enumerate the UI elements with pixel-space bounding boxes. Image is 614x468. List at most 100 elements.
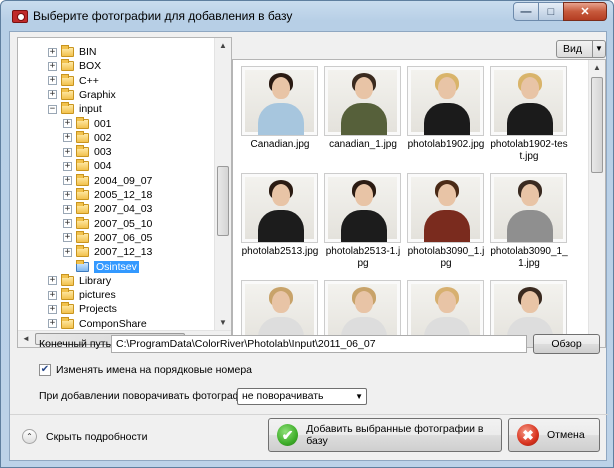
expand-icon[interactable]: +	[48, 76, 57, 86]
tree-item[interactable]: +2007_04_03	[63, 202, 152, 216]
folder-icon	[76, 202, 89, 215]
photo-thumbnail[interactable]	[324, 173, 401, 243]
folder-icon	[76, 159, 89, 172]
photo-thumbnail[interactable]	[407, 173, 484, 243]
tree-item[interactable]: + pictures	[48, 288, 116, 302]
tree-item[interactable]: +2007_05_10	[63, 216, 152, 231]
tree-item[interactable]: + BOX	[48, 59, 101, 73]
photo-thumbnail[interactable]	[490, 173, 567, 243]
scroll-up-icon[interactable]: ▲	[589, 60, 605, 76]
expand-icon[interactable]: +	[48, 304, 57, 314]
tree-vertical-scrollbar[interactable]: ▲ ▼	[214, 38, 231, 331]
tree-scroll-thumb[interactable]	[217, 166, 229, 236]
photo-thumbnail[interactable]	[407, 66, 484, 136]
maximize-button[interactable]: □	[538, 2, 564, 21]
tree-item-label: BOX	[79, 60, 102, 73]
photo-tile[interactable]: photolab1902-test.jpg	[490, 66, 568, 163]
cancel-button[interactable]: ✖ Отмена	[508, 418, 600, 452]
expand-icon[interactable]: +	[48, 319, 57, 329]
collapse-details-icon[interactable]: ⌃	[22, 429, 37, 444]
tree-item[interactable]: + BIN	[48, 45, 97, 59]
expand-icon[interactable]: +	[63, 247, 72, 257]
expand-icon[interactable]: +	[63, 219, 72, 229]
scroll-down-icon[interactable]: ▼	[215, 315, 231, 331]
gallery-scroll-thumb[interactable]	[591, 77, 603, 173]
photo-thumbnail[interactable]	[490, 66, 567, 136]
rotate-select[interactable]: не поворачивать ▼	[237, 388, 367, 405]
title-bar[interactable]: Выберите фотографии для добавления в баз…	[1, 1, 613, 31]
tree-item-label: input	[79, 103, 102, 116]
folder-icon	[61, 288, 74, 301]
folder-tree[interactable]: + BIN + BOX + C++ + Graphix − input +001 +002 +003 +0…	[17, 37, 232, 348]
photo-tile[interactable]: photolab3090_1.jpg	[407, 173, 485, 270]
tree-item-label: 2005_12_18	[94, 189, 153, 201]
tree-item[interactable]: + Graphix	[48, 87, 116, 102]
dialog-window: Выберите фотографии для добавления в баз…	[0, 0, 614, 468]
view-menu-button[interactable]: Вид ▼	[556, 40, 606, 58]
scroll-up-icon[interactable]: ▲	[215, 38, 231, 54]
photo-tile[interactable]: photolab1902.jpg	[407, 66, 485, 151]
expand-icon[interactable]: +	[63, 233, 72, 243]
portrait-part	[424, 103, 470, 135]
tree-item-label: 2007_12_13	[94, 246, 153, 259]
scroll-left-icon[interactable]: ◄	[18, 331, 34, 347]
tree-item[interactable]: +2004_09_07	[63, 173, 153, 188]
expand-icon[interactable]: +	[48, 90, 57, 100]
photo-thumbnail[interactable]	[324, 66, 401, 136]
photo-gallery[interactable]: Canadian.jpg canadian_1.jpg photolab1902.j…	[232, 59, 606, 348]
rotate-select-value: не поворачивать	[242, 390, 324, 402]
tree-item[interactable]: + ComponShare	[48, 316, 147, 331]
expand-icon[interactable]: +	[63, 161, 72, 171]
collapse-icon[interactable]: −	[48, 104, 57, 114]
expand-icon[interactable]: +	[48, 61, 57, 71]
tree-item[interactable]: +003	[63, 145, 112, 159]
photo-thumbnail[interactable]	[241, 66, 318, 136]
checkmark-icon: ✔	[277, 424, 299, 446]
gallery-vertical-scrollbar[interactable]: ▲ ▼	[588, 60, 605, 347]
tree-item[interactable]: +2007_12_13	[63, 245, 152, 259]
photo-thumbnail[interactable]	[241, 173, 318, 243]
portrait-part	[521, 184, 539, 206]
expand-icon[interactable]: +	[63, 190, 72, 200]
expand-icon[interactable]: +	[63, 204, 72, 214]
tree-item[interactable]: Osintsev	[63, 259, 139, 274]
tree-item[interactable]: − input	[48, 102, 102, 116]
folder-icon	[76, 116, 89, 129]
photo-tile[interactable]: photolab2513-1.jpg	[324, 173, 402, 270]
dialog-body: + BIN + BOX + C++ + Graphix − input +001 +002 +003 +0…	[9, 31, 608, 461]
tree-item[interactable]: +2005_12_18	[63, 188, 152, 202]
photo-tile[interactable]: photolab2513.jpg	[241, 173, 319, 258]
close-button[interactable]: ✕	[563, 2, 607, 21]
rename-label[interactable]: Изменять имена на порядковые номера	[56, 364, 252, 376]
minimize-button[interactable]: —	[513, 2, 539, 21]
expand-icon[interactable]: +	[48, 290, 57, 300]
tree-item[interactable]: +002	[63, 130, 112, 145]
tree-item[interactable]: +001	[63, 116, 112, 131]
expand-icon[interactable]: +	[63, 133, 72, 143]
photo-tile[interactable]: canadian_1.jpg	[324, 66, 402, 151]
rename-checkbox[interactable]: ✔	[39, 364, 51, 376]
photo-tile[interactable]: Canadian.jpg	[241, 66, 319, 151]
tree-item-label: 2004_09_07	[94, 174, 153, 187]
tree-item[interactable]: + C++	[48, 73, 99, 88]
portrait-part	[424, 210, 470, 242]
portrait-part	[272, 184, 290, 206]
browse-button[interactable]: Обзор	[533, 334, 600, 354]
expand-icon[interactable]: +	[63, 147, 72, 157]
chevron-down-icon: ▼	[355, 392, 363, 401]
expand-icon[interactable]: +	[48, 276, 57, 286]
expand-icon[interactable]: +	[63, 119, 72, 128]
tree-item[interactable]: + Library	[48, 273, 111, 288]
folder-icon	[76, 230, 89, 243]
destination-path-input[interactable]: C:\ProgramData\ColorRiver\Photolab\Input…	[111, 335, 527, 353]
expand-icon[interactable]: +	[48, 47, 57, 57]
tree-item[interactable]: +2007_06_05	[63, 230, 152, 245]
expand-icon[interactable]: +	[63, 176, 72, 186]
tree-item[interactable]: +004	[63, 159, 112, 173]
photo-tile[interactable]: photolab3090_1_1.jpg	[490, 173, 568, 270]
portrait-part	[521, 77, 539, 99]
tree-item[interactable]: + Projects	[48, 302, 117, 316]
view-button-label: Вид	[563, 43, 582, 55]
add-photos-button[interactable]: ✔ Добавить выбранные фотографии в базу	[268, 418, 502, 452]
hide-details-link[interactable]: Скрыть подробности	[46, 431, 147, 443]
